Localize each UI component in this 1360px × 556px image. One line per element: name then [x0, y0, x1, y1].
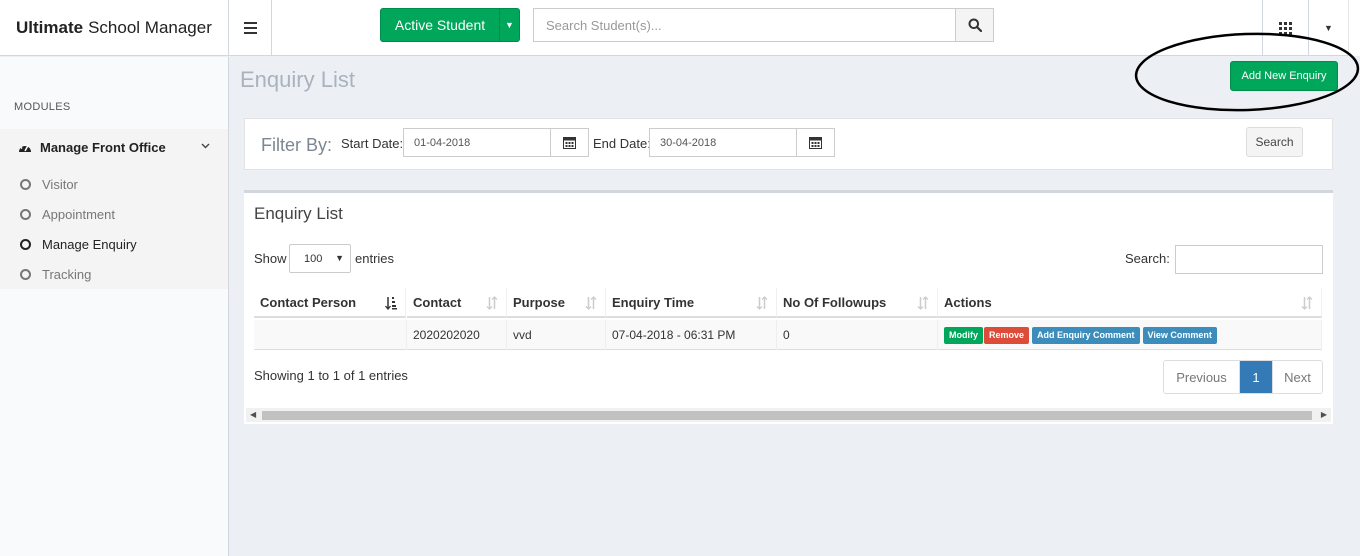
- column-header-label: Contact: [413, 294, 462, 310]
- student-search-input[interactable]: [533, 8, 955, 42]
- menu-manage-front-office-label: Manage Front Office: [40, 139, 166, 155]
- table-search-input[interactable]: [1175, 245, 1323, 274]
- circle-icon: [20, 238, 31, 250]
- calendar-icon: [809, 137, 822, 149]
- column-header-label: Actions: [944, 294, 992, 310]
- column-header-followups[interactable]: No Of Followups: [777, 288, 938, 318]
- page-scrollbar[interactable]: [1348, 0, 1360, 56]
- pagination-page-1[interactable]: 1: [1240, 361, 1272, 393]
- end-date-calendar-button[interactable]: [796, 128, 835, 157]
- remove-button[interactable]: Remove: [984, 326, 1030, 344]
- entries-label: entries: [355, 251, 395, 266]
- scrollbar-thumb[interactable]: [262, 411, 1312, 420]
- sort-icon: [756, 296, 768, 310]
- grid-icon: [1279, 21, 1292, 35]
- sidebar-item-appointment[interactable]: Appointment: [0, 199, 228, 229]
- column-header-contact[interactable]: Contact: [407, 288, 507, 318]
- view-comment-button[interactable]: View Comment: [1142, 326, 1217, 344]
- start-date-label: Start Date:: [341, 136, 404, 151]
- sort-icon: [1301, 296, 1313, 310]
- modify-button[interactable]: Modify: [944, 326, 983, 344]
- start-date-input[interactable]: 01-04-2018: [403, 128, 551, 157]
- circle-icon: [20, 208, 31, 220]
- top-header: Ultimate School Manager Active Student ▼…: [0, 0, 1360, 56]
- column-header-enquiry-time[interactable]: Enquiry Time: [606, 288, 777, 318]
- filter-label: Filter By:: [261, 135, 333, 155]
- sort-ascending-icon: [385, 297, 397, 310]
- sidebar: MODULES Manage Front Office Visitor Appo…: [0, 57, 229, 556]
- circle-icon: [20, 268, 31, 280]
- front-office-menu: Manage Front Office Visitor Appointment …: [0, 129, 228, 289]
- cell-enquiry-time: 07-04-2018 - 06:31 PM: [606, 320, 777, 350]
- column-header-label: Purpose: [513, 294, 566, 310]
- column-header-actions[interactable]: Actions: [938, 288, 1322, 318]
- table-search-label: Search:: [1125, 251, 1170, 266]
- table-row: 2020202020 vvd 07-04-2018 - 06:31 PM 0 M…: [254, 320, 1322, 350]
- menu-manage-front-office[interactable]: Manage Front Office: [0, 129, 228, 165]
- page-size-value: 100: [304, 252, 323, 265]
- chevron-down-icon: [201, 143, 210, 149]
- list-title: Enquiry List: [254, 204, 343, 223]
- sort-icon: [917, 296, 929, 310]
- column-header-contact-person[interactable]: Contact Person: [254, 288, 406, 318]
- caret-down-icon[interactable]: ▼: [499, 9, 519, 41]
- hamburger-icon: [243, 22, 257, 34]
- cell-actions: Modify Remove Add Enquiry Comment View C…: [938, 320, 1322, 350]
- sidebar-item-label: Manage Enquiry: [42, 236, 137, 252]
- column-header-label: No Of Followups: [783, 294, 887, 310]
- column-header-purpose[interactable]: Purpose: [507, 288, 606, 318]
- sidebar-item-tracking[interactable]: Tracking: [0, 259, 228, 289]
- end-date-label: End Date:: [593, 136, 651, 151]
- search-icon: [968, 18, 982, 32]
- cell-contact-person: [254, 320, 407, 350]
- pagination-previous[interactable]: Previous: [1164, 361, 1240, 393]
- filter-panel: Filter By: Start Date: 01-04-2018 End Da…: [244, 118, 1333, 170]
- brand-rest: School Manager: [88, 18, 212, 37]
- add-enquiry-comment-button[interactable]: Add Enquiry Comment: [1032, 326, 1140, 344]
- pagination: Previous 1 Next: [1163, 360, 1323, 394]
- calendar-icon: [563, 137, 576, 149]
- app-brand[interactable]: Ultimate School Manager: [0, 0, 229, 56]
- page-title: Enquiry List: [240, 67, 355, 92]
- sidebar-item-visitor[interactable]: Visitor: [0, 169, 228, 199]
- horizontal-scrollbar[interactable]: ◀ ▶: [246, 408, 1331, 422]
- sidebar-item-label: Appointment: [42, 206, 115, 222]
- enquiry-list-panel: Enquiry List Show 100 ▼ entries Search: …: [244, 190, 1333, 424]
- column-header-label: Enquiry Time: [612, 294, 695, 310]
- filter-search-button[interactable]: Search: [1246, 127, 1303, 157]
- caret-down-icon: ▼: [335, 253, 344, 263]
- user-menu-caret-icon[interactable]: ▼: [1308, 0, 1348, 56]
- circle-icon: [20, 178, 31, 190]
- pagination-next[interactable]: Next: [1272, 361, 1322, 393]
- modules-heading: MODULES: [14, 101, 71, 113]
- table-info: Showing 1 to 1 of 1 entries: [254, 368, 408, 383]
- brand-bold: Ultimate: [16, 18, 84, 37]
- scroll-right-icon[interactable]: ▶: [1321, 410, 1327, 419]
- page-size-select[interactable]: 100 ▼: [289, 244, 351, 273]
- sort-icon: [585, 296, 597, 310]
- show-label: Show: [254, 251, 287, 266]
- active-student-label: Active Student: [394, 17, 486, 33]
- active-student-dropdown[interactable]: Active Student ▼: [380, 8, 520, 42]
- cell-followups: 0: [777, 320, 938, 350]
- column-header-label: Contact Person: [260, 294, 357, 310]
- add-new-enquiry-button[interactable]: Add New Enquiry: [1230, 61, 1338, 91]
- cell-contact: 2020202020: [407, 320, 507, 350]
- sidebar-item-label: Tracking: [42, 266, 92, 282]
- sidebar-item-manage-enquiry[interactable]: Manage Enquiry: [0, 229, 228, 259]
- cell-purpose: vvd: [507, 320, 606, 350]
- sidebar-toggle-button[interactable]: [229, 0, 272, 56]
- end-date-input[interactable]: 30-04-2018: [649, 128, 797, 157]
- student-search-button[interactable]: [955, 8, 994, 42]
- dashboard-icon: [19, 144, 31, 152]
- sort-icon: [486, 296, 498, 310]
- apps-grid-button[interactable]: [1262, 0, 1308, 56]
- sidebar-item-label: Visitor: [42, 176, 78, 192]
- scroll-left-icon[interactable]: ◀: [250, 410, 256, 419]
- start-date-calendar-button[interactable]: [550, 128, 589, 157]
